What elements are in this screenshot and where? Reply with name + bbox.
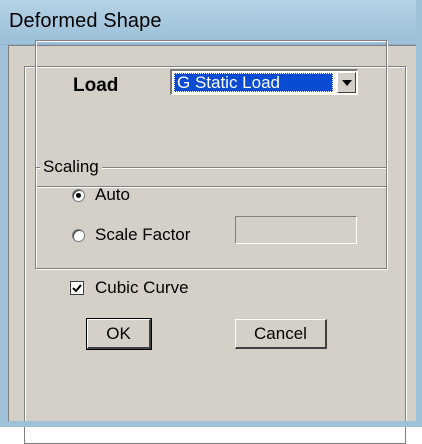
- window-border-right: [416, 0, 422, 427]
- scale-factor-radio[interactable]: [72, 229, 85, 242]
- cubic-curve-checkbox[interactable]: [70, 281, 84, 295]
- load-combobox[interactable]: G Static Load: [170, 69, 358, 95]
- scaling-group-label: Scaling: [40, 157, 102, 177]
- load-dropdown-button[interactable]: [337, 72, 356, 93]
- auto-radio[interactable]: [72, 189, 85, 202]
- window-title: Deformed Shape: [9, 10, 162, 32]
- dialog-window: Deformed Shape Load G Static Load Scalin…: [0, 0, 422, 444]
- ok-button[interactable]: OK: [86, 318, 152, 350]
- auto-radio-label[interactable]: Auto: [95, 185, 130, 205]
- load-combobox-value[interactable]: G Static Load: [174, 73, 333, 92]
- load-label: Load: [73, 75, 119, 96]
- title-bar[interactable]: Deformed Shape: [0, 0, 422, 45]
- checkmark-icon: [72, 284, 82, 293]
- cancel-button[interactable]: Cancel: [235, 319, 327, 349]
- scale-factor-input[interactable]: [235, 216, 357, 244]
- cubic-curve-label[interactable]: Cubic Curve: [95, 278, 189, 298]
- window-border-bottom: [0, 421, 422, 427]
- radio-selected-dot: [76, 193, 81, 198]
- scale-factor-radio-label[interactable]: Scale Factor: [95, 225, 190, 245]
- chevron-down-icon: [342, 80, 352, 86]
